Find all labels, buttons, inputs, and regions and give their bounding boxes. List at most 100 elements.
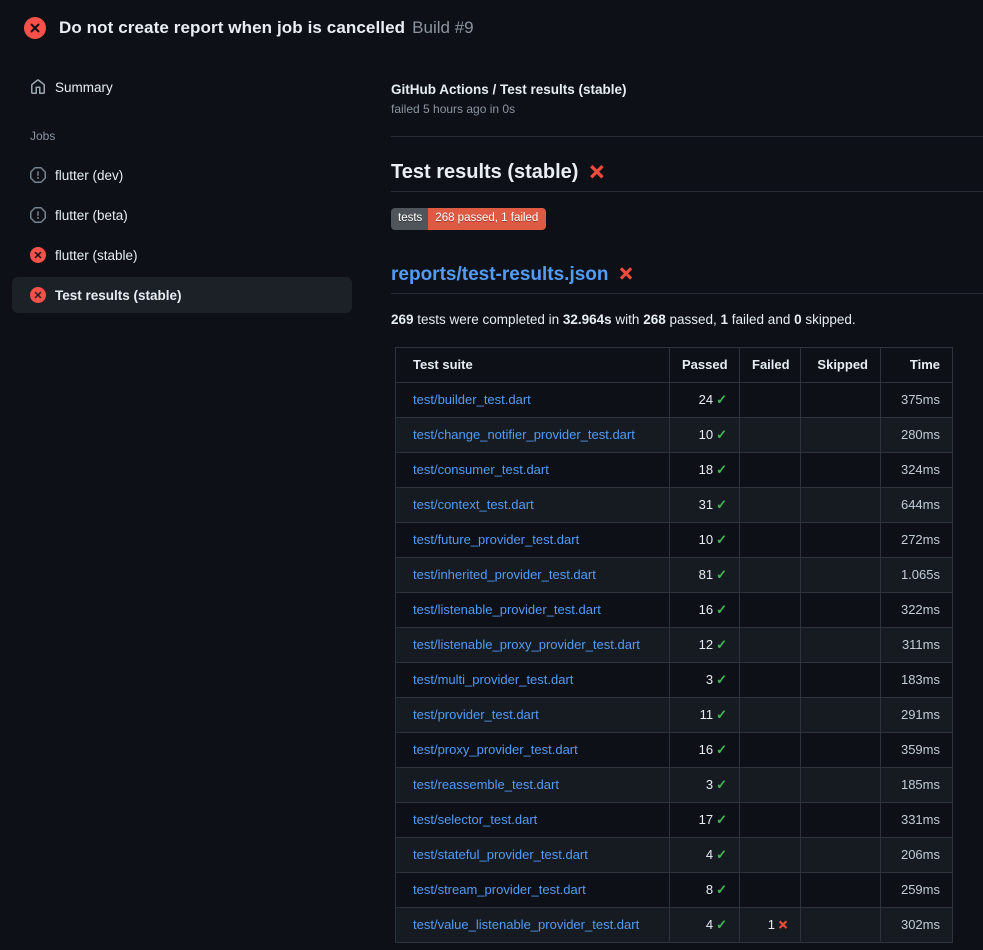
failed-circle-icon bbox=[24, 17, 46, 39]
summary-sentence: 269 tests were completed in 32.964s with… bbox=[391, 312, 983, 328]
x-circle-icon bbox=[30, 247, 46, 263]
check-icon: ✓ bbox=[716, 532, 727, 547]
sidebar: Summary Jobs flutter (dev)flutter (beta)… bbox=[0, 69, 391, 317]
breadcrumb: GitHub Actions / Test results (stable) bbox=[391, 82, 983, 97]
passed-count: 12 bbox=[699, 637, 713, 652]
failed-cell bbox=[740, 697, 801, 732]
skipped-cell bbox=[801, 522, 881, 557]
failed-cell bbox=[740, 487, 801, 522]
time-cell: 183ms bbox=[881, 662, 953, 697]
total-time: 32.964s bbox=[563, 312, 612, 327]
test-suite-link[interactable]: test/multi_provider_test.dart bbox=[413, 672, 573, 687]
time-cell: 185ms bbox=[881, 767, 953, 802]
test-suite-link[interactable]: test/consumer_test.dart bbox=[413, 462, 549, 477]
table-row: test/multi_provider_test.dart3✓183ms bbox=[396, 662, 953, 697]
passed-count: 10 bbox=[699, 532, 713, 547]
table-row: test/consumer_test.dart18✓324ms bbox=[396, 452, 953, 487]
check-icon: ✓ bbox=[716, 812, 727, 827]
check-icon: ✓ bbox=[716, 882, 727, 897]
sidebar-job-item[interactable]: flutter (stable) bbox=[12, 237, 352, 273]
test-suite-link[interactable]: test/stateful_provider_test.dart bbox=[413, 847, 588, 862]
table-row: test/change_notifier_provider_test.dart1… bbox=[396, 417, 953, 452]
report-heading: reports/test-results.json ✕ bbox=[391, 263, 983, 294]
failed-cell bbox=[740, 732, 801, 767]
summary-text: failed and bbox=[728, 312, 794, 327]
passed-cell: 4✓ bbox=[670, 907, 740, 942]
table-row: test/reassemble_test.dart 3✓ 185ms bbox=[396, 767, 953, 802]
x-icon: ✕ bbox=[778, 918, 788, 932]
passed-count: 8 bbox=[706, 882, 713, 897]
failed-cell bbox=[740, 452, 801, 487]
passed-cell: 12✓ bbox=[670, 627, 740, 662]
passed-cell: 8✓ bbox=[670, 872, 740, 907]
test-suite-link[interactable]: test/selector_test.dart bbox=[413, 812, 537, 827]
table-row: test/context_test.dart31✓644ms bbox=[396, 487, 953, 522]
test-suite-link[interactable]: test/inherited_provider_test.dart bbox=[413, 567, 596, 582]
check-icon: ✓ bbox=[716, 392, 727, 407]
col-failed: Failed bbox=[740, 347, 801, 382]
test-suite-link[interactable]: test/change_notifier_provider_test.dart bbox=[413, 427, 635, 442]
time-cell: 311ms bbox=[881, 627, 953, 662]
test-suite-link[interactable]: test/value_listenable_provider_test.dart bbox=[413, 917, 639, 932]
test-suite-link[interactable]: test/context_test.dart bbox=[413, 497, 534, 512]
skipped-cell bbox=[801, 627, 881, 662]
passed-count: 16 bbox=[699, 602, 713, 617]
test-suite-link[interactable]: test/reassemble_test.dart bbox=[413, 777, 559, 792]
skipped-cell bbox=[801, 767, 881, 802]
test-suite-link[interactable]: test/future_provider_test.dart bbox=[413, 532, 579, 547]
sidebar-job-item[interactable]: flutter (dev) bbox=[12, 157, 352, 193]
skipped-cell bbox=[801, 417, 881, 452]
total-count: 269 bbox=[391, 312, 414, 327]
test-suite-link[interactable]: test/listenable_proxy_provider_test.dart bbox=[413, 637, 640, 652]
header-divider bbox=[391, 136, 983, 137]
passed-count: 11 bbox=[700, 707, 714, 722]
failed-cell bbox=[740, 767, 801, 802]
passed-cell: 4✓ bbox=[670, 837, 740, 872]
sidebar-job-label: flutter (dev) bbox=[55, 168, 123, 183]
table-row: test/future_provider_test.dart10✓272ms bbox=[396, 522, 953, 557]
table-row: test/builder_test.dart24✓375ms bbox=[396, 382, 953, 417]
check-icon: ✓ bbox=[716, 777, 727, 792]
summary-text: with bbox=[612, 312, 644, 327]
skipped-cell bbox=[801, 907, 881, 942]
skipped-cell bbox=[801, 487, 881, 522]
passed-cell: 17✓ bbox=[670, 802, 740, 837]
report-file-link[interactable]: reports/test-results.json bbox=[391, 263, 609, 287]
table-row: test/value_listenable_provider_test.dart… bbox=[396, 907, 953, 942]
passed-cell: 11✓ bbox=[670, 697, 740, 732]
sidebar-item-summary[interactable]: Summary bbox=[12, 69, 352, 105]
failed-cell bbox=[740, 627, 801, 662]
passed-count: 3 bbox=[706, 672, 713, 687]
test-suite-link[interactable]: test/stream_provider_test.dart bbox=[413, 882, 586, 897]
sidebar-job-item[interactable]: flutter (beta) bbox=[12, 197, 352, 233]
passed-cell: 3✓ bbox=[670, 767, 740, 802]
test-suite-link[interactable]: test/proxy_provider_test.dart bbox=[413, 742, 578, 757]
passed-count: 4 bbox=[706, 917, 713, 932]
failed-cell bbox=[740, 802, 801, 837]
x-circle-icon bbox=[30, 287, 46, 303]
sidebar-summary-label: Summary bbox=[55, 80, 113, 95]
passed-cell: 81✓ bbox=[670, 557, 740, 592]
stop-alert-icon bbox=[30, 207, 46, 223]
table-row: test/provider_test.dart11✓291ms bbox=[396, 697, 953, 732]
test-suite-link[interactable]: test/listenable_provider_test.dart bbox=[413, 602, 601, 617]
passed-count: 4 bbox=[706, 847, 713, 862]
check-icon: ✓ bbox=[716, 742, 727, 757]
summary-text: skipped. bbox=[802, 312, 856, 327]
skipped-cell bbox=[801, 452, 881, 487]
test-suite-link[interactable]: test/builder_test.dart bbox=[413, 392, 531, 407]
run-status-line: failed 5 hours ago in 0s bbox=[391, 102, 983, 116]
time-cell: 324ms bbox=[881, 452, 953, 487]
time-cell: 280ms bbox=[881, 417, 953, 452]
check-icon: ✓ bbox=[716, 637, 727, 652]
job-list: flutter (dev) flutter (beta) flutter (stab… bbox=[12, 157, 391, 313]
failed-cell bbox=[740, 872, 801, 907]
skipped-cell bbox=[801, 557, 881, 592]
table-row: test/listenable_proxy_provider_test.dart… bbox=[396, 627, 953, 662]
run-header: Do not create report when job is cancell… bbox=[0, 0, 983, 55]
test-suite-link[interactable]: test/provider_test.dart bbox=[413, 707, 539, 722]
home-icon bbox=[30, 79, 46, 95]
sidebar-job-item[interactable]: Test results (stable) bbox=[12, 277, 352, 313]
run-build-number: Build #9 bbox=[412, 18, 473, 37]
time-cell: 206ms bbox=[881, 837, 953, 872]
